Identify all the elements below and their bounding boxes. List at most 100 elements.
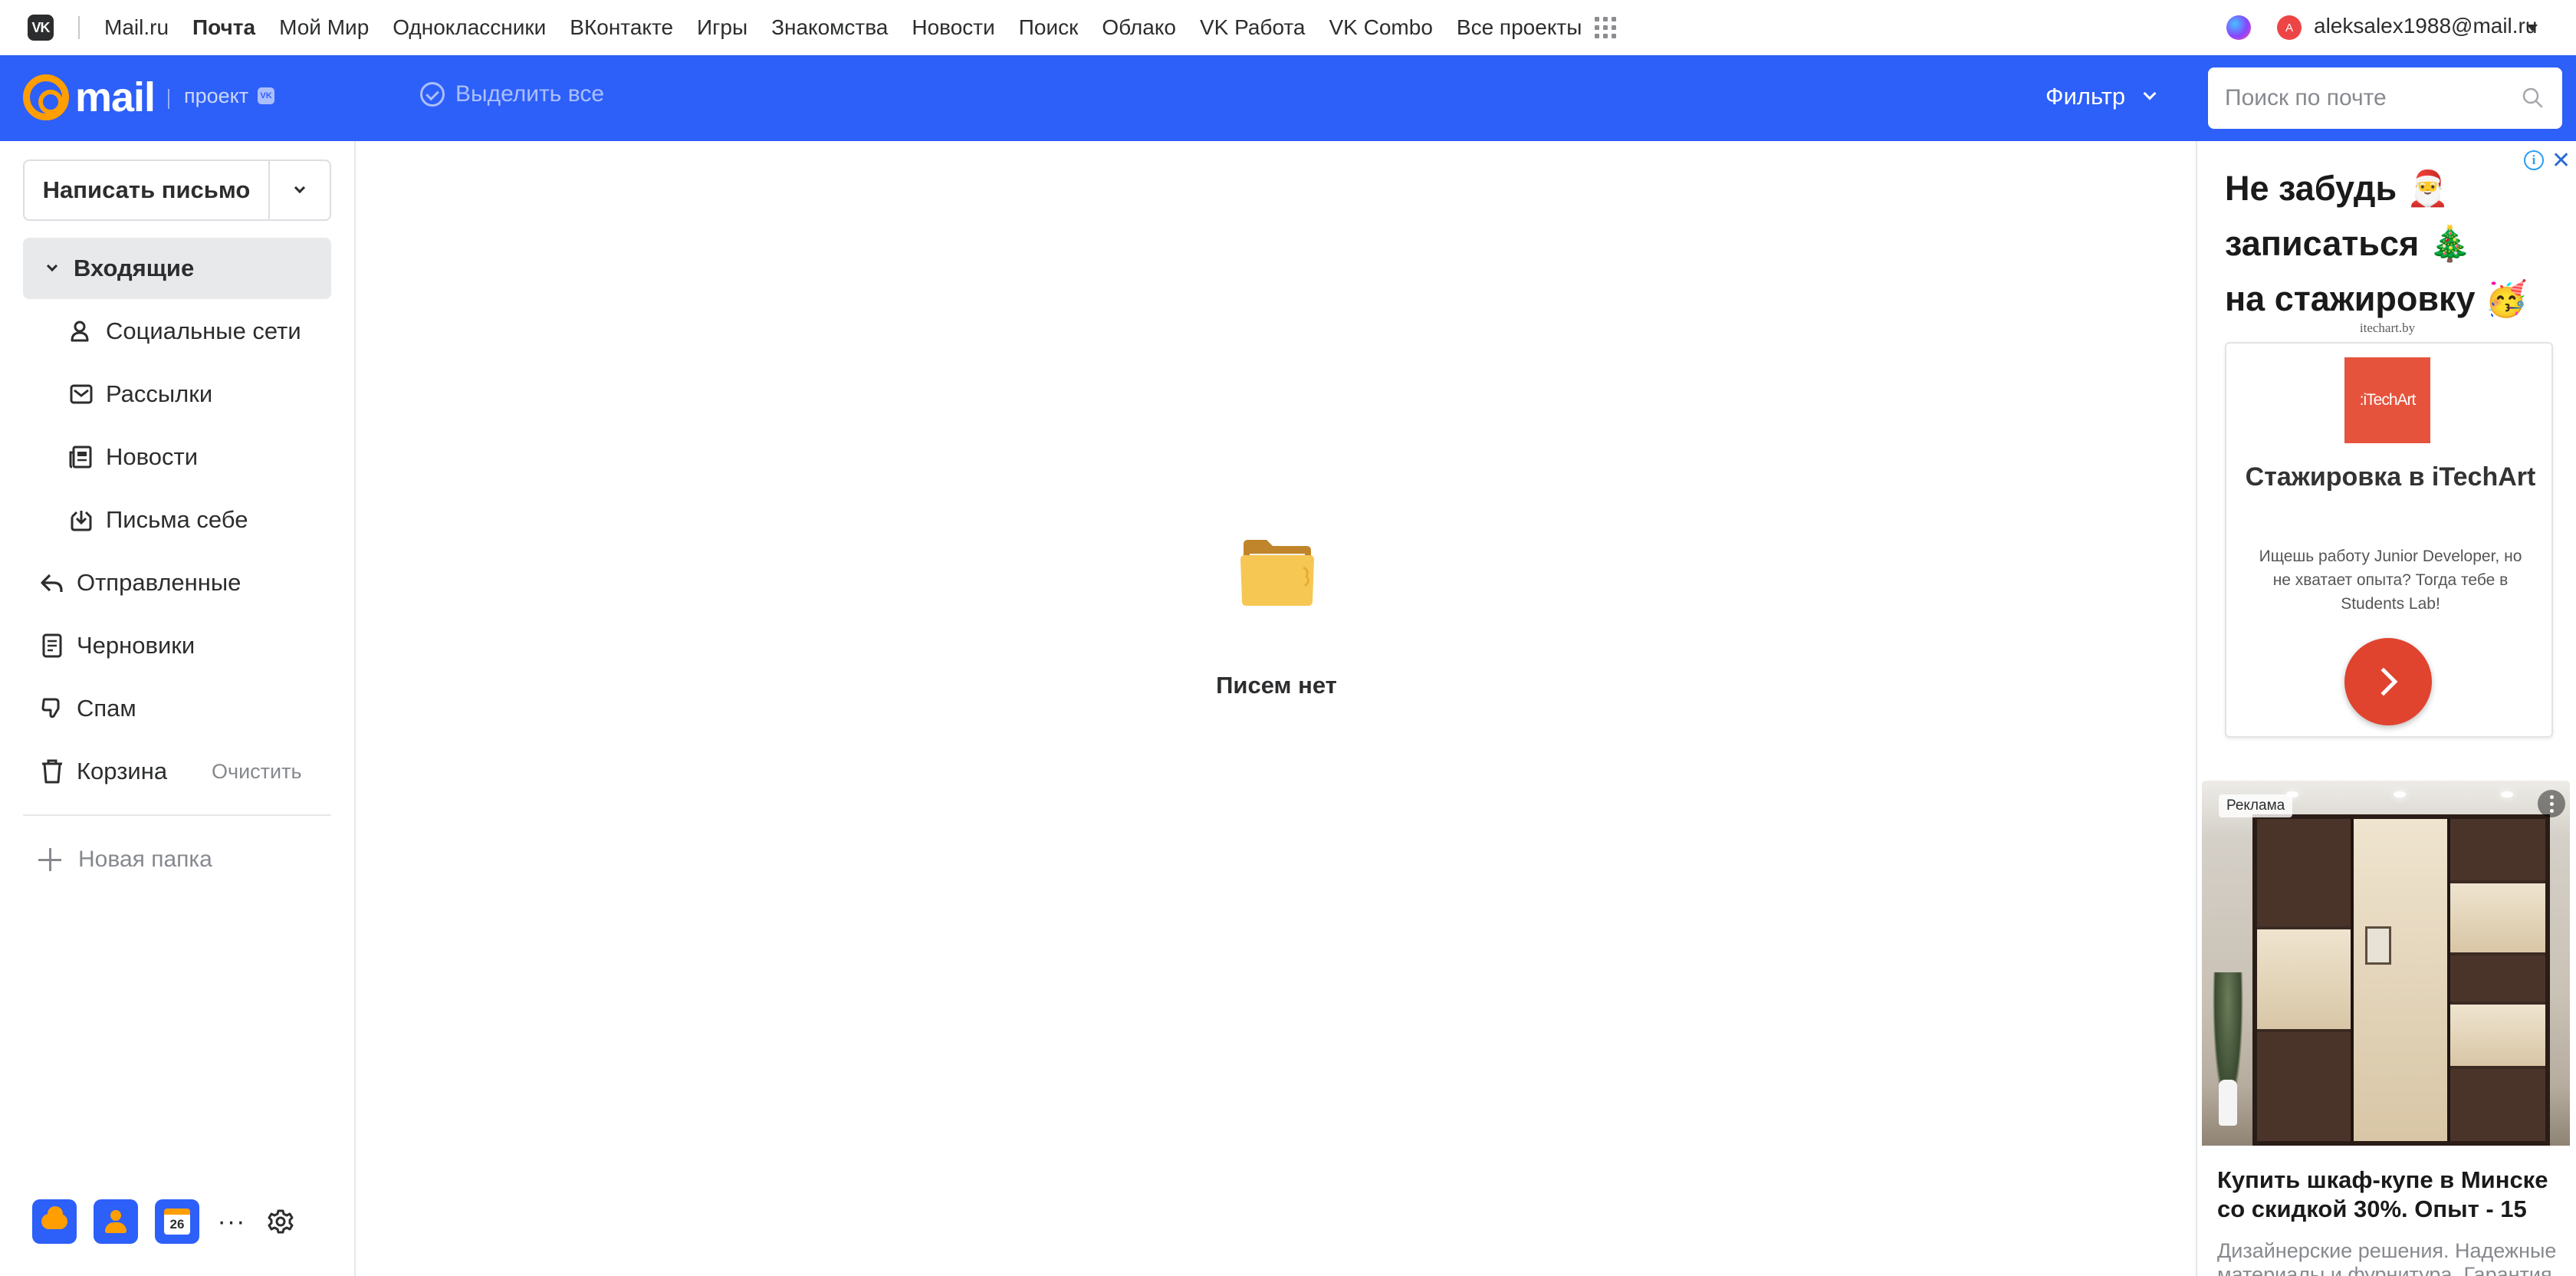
empty-state-text: Писем нет bbox=[1216, 672, 1337, 699]
ad-domain[interactable]: itechart.by bbox=[2202, 321, 2573, 336]
search-icon[interactable] bbox=[2521, 86, 2544, 109]
social-people-icon bbox=[71, 321, 89, 342]
portal-link-vk-rabota[interactable]: VK Работа bbox=[1200, 15, 1306, 40]
ad-headline-line: записаться 🎄 bbox=[2225, 224, 2472, 263]
portal-link-dating[interactable]: Знакомства bbox=[771, 15, 888, 40]
compose-group: Написать письмо bbox=[23, 160, 331, 221]
cloud-app-button[interactable] bbox=[32, 1199, 77, 1244]
check-circle-icon bbox=[420, 82, 445, 107]
ad-itechart[interactable]: i ✕ Не забудь 🎅 записаться 🎄 на стажиров… bbox=[2202, 146, 2573, 751]
more-vertical-icon[interactable] bbox=[2538, 790, 2565, 817]
search-box bbox=[2208, 67, 2562, 129]
portal-bar: VK Mail.ru Почта Мой Мир Одноклассники В… bbox=[0, 0, 2576, 55]
ad-title[interactable]: Купить шкаф-купе в Минске со скидкой 30%… bbox=[2217, 1166, 2562, 1224]
project-label: проект bbox=[184, 84, 249, 107]
sidebar-item-label: Новости bbox=[106, 443, 199, 470]
ad-headline-line: Не забудь 🎅 bbox=[2225, 169, 2450, 208]
sidebar-divider bbox=[23, 814, 331, 816]
ad-image[interactable] bbox=[2202, 781, 2570, 1146]
portal-link-cloud[interactable]: Облако bbox=[1102, 15, 1176, 40]
sidebar-item-sent[interactable]: Отправленные bbox=[23, 552, 331, 613]
sidebar-item-label: Корзина bbox=[77, 758, 168, 784]
reply-arrow-icon bbox=[41, 574, 63, 592]
grid-icon[interactable] bbox=[1595, 17, 1617, 38]
portal-link-pochta[interactable]: Почта bbox=[192, 15, 255, 40]
select-all-label: Выделить все bbox=[455, 81, 605, 107]
select-all-button[interactable]: Выделить все bbox=[420, 81, 604, 107]
sidebar-item-label: Спам bbox=[77, 695, 136, 722]
ad-column: i ✕ Не забудь 🎅 записаться 🎄 на стажиров… bbox=[2196, 141, 2576, 1276]
contacts-icon bbox=[105, 1210, 127, 1233]
portal-link-vk-combo[interactable]: VK Combo bbox=[1329, 15, 1433, 40]
itechart-logo: :iTechArt bbox=[2344, 357, 2430, 443]
sidebar: Написать письмо Входящие Социальные сети… bbox=[0, 141, 356, 1276]
compose-options-button[interactable] bbox=[270, 161, 330, 219]
compose-button[interactable]: Написать письмо bbox=[25, 161, 270, 219]
sidebar-item-label: Черновики bbox=[77, 632, 196, 659]
plus-icon bbox=[38, 848, 61, 871]
portal-separator bbox=[78, 16, 80, 39]
vk-logo-icon[interactable]: VK bbox=[28, 15, 54, 41]
chevron-down-icon[interactable] bbox=[38, 255, 66, 282]
chevron-right-icon bbox=[2369, 667, 2398, 696]
portal-link-games[interactable]: Игры bbox=[697, 15, 748, 40]
search-input[interactable] bbox=[2225, 67, 2516, 129]
ad-description: Дизайнерские решения. Надежные материалы… bbox=[2217, 1239, 2558, 1276]
new-folder-label: Новая папка bbox=[78, 847, 212, 872]
portal-link-vkontakte[interactable]: ВКонтакте bbox=[570, 15, 673, 40]
sidebar-item-social[interactable]: Социальные сети bbox=[67, 301, 331, 362]
marusia-assistant-icon[interactable] bbox=[2226, 15, 2251, 40]
sidebar-item-spam[interactable]: Спам bbox=[23, 678, 331, 739]
thumbs-down-icon bbox=[41, 698, 60, 719]
draft-document-icon bbox=[42, 633, 62, 658]
ad-badge: Реклама bbox=[2219, 794, 2293, 817]
chevron-down-icon bbox=[2143, 87, 2157, 100]
ad-card-title: Стажировка в iTechArt bbox=[2245, 462, 2536, 492]
sidebar-item-trash[interactable]: Корзина Очистить bbox=[23, 741, 331, 802]
trash-icon bbox=[42, 759, 62, 784]
mail-logo-word: mail bbox=[75, 74, 156, 120]
calendar-app-button[interactable]: 26 bbox=[155, 1199, 199, 1244]
mail-logo[interactable]: mail bbox=[23, 74, 156, 121]
portal-link-odnoklassniki[interactable]: Одноклассники bbox=[393, 15, 546, 40]
user-email[interactable]: aleksalex1988@mail.ru bbox=[2314, 14, 2537, 38]
trash-clear-button[interactable]: Очистить bbox=[212, 760, 302, 784]
sidebar-item-label: Входящие bbox=[74, 255, 195, 281]
at-sign-icon bbox=[23, 74, 69, 120]
ad-card[interactable]: :iTechArt Стажировка в iTechArt Ищешь ра… bbox=[2225, 342, 2553, 738]
sidebar-item-newsletters[interactable]: Рассылки bbox=[67, 363, 331, 425]
ad-wardrobe[interactable]: Реклама Купить шкаф-купе в Минске со ски… bbox=[2202, 781, 2573, 1276]
portal-link-all-projects[interactable]: Все проекты bbox=[1457, 15, 1582, 40]
gear-icon[interactable] bbox=[267, 1208, 294, 1235]
sidebar-item-label: Рассылки bbox=[106, 380, 213, 407]
empty-folder-icon bbox=[1240, 540, 1314, 606]
filter-button[interactable]: Фильтр bbox=[2045, 83, 2157, 110]
sidebar-item-drafts[interactable]: Черновики bbox=[23, 615, 331, 676]
newspaper-icon bbox=[69, 446, 92, 469]
sidebar-item-inbox[interactable]: Входящие bbox=[23, 238, 331, 299]
message-list-area: Писем нет bbox=[357, 141, 2196, 1276]
sidebar-tools: 26 ··· bbox=[32, 1199, 294, 1244]
mail-header: mail проект VK Выделить все Фильтр bbox=[0, 55, 2576, 141]
portal-link-search[interactable]: Поиск bbox=[1019, 15, 1079, 40]
portal-link-mailru[interactable]: Mail.ru bbox=[104, 15, 169, 40]
more-apps-button[interactable]: ··· bbox=[216, 1199, 247, 1244]
sidebar-item-to-self[interactable]: Письма себе bbox=[67, 489, 331, 551]
portal-link-moy-mir[interactable]: Мой Мир bbox=[279, 15, 369, 40]
portal-nav: Mail.ru Почта Мой Мир Одноклассники ВКон… bbox=[104, 0, 1617, 55]
ad-card-description: Ищешь работу Junior Developer, но не хва… bbox=[2259, 548, 2522, 613]
sidebar-item-news[interactable]: Новости bbox=[67, 426, 331, 488]
portal-link-news[interactable]: Новости bbox=[912, 15, 994, 40]
new-folder-button[interactable]: Новая папка bbox=[38, 847, 212, 873]
newsletter-icon bbox=[70, 384, 93, 404]
sidebar-item-label: Социальные сети bbox=[106, 317, 301, 344]
logo-separator bbox=[168, 89, 169, 109]
ad-headline: Не забудь 🎅 записаться 🎄 на стажировку 🥳 bbox=[2225, 161, 2562, 327]
sidebar-item-label: Отправленные bbox=[77, 569, 242, 596]
avatar[interactable]: A bbox=[2277, 15, 2302, 40]
contacts-app-button[interactable] bbox=[94, 1199, 138, 1244]
caret-down-icon[interactable] bbox=[2527, 25, 2538, 31]
calendar-icon: 26 bbox=[164, 1209, 190, 1235]
ad-cta-button[interactable] bbox=[2344, 638, 2432, 725]
ad-headline-line: на стажировку 🥳 bbox=[2225, 279, 2528, 318]
